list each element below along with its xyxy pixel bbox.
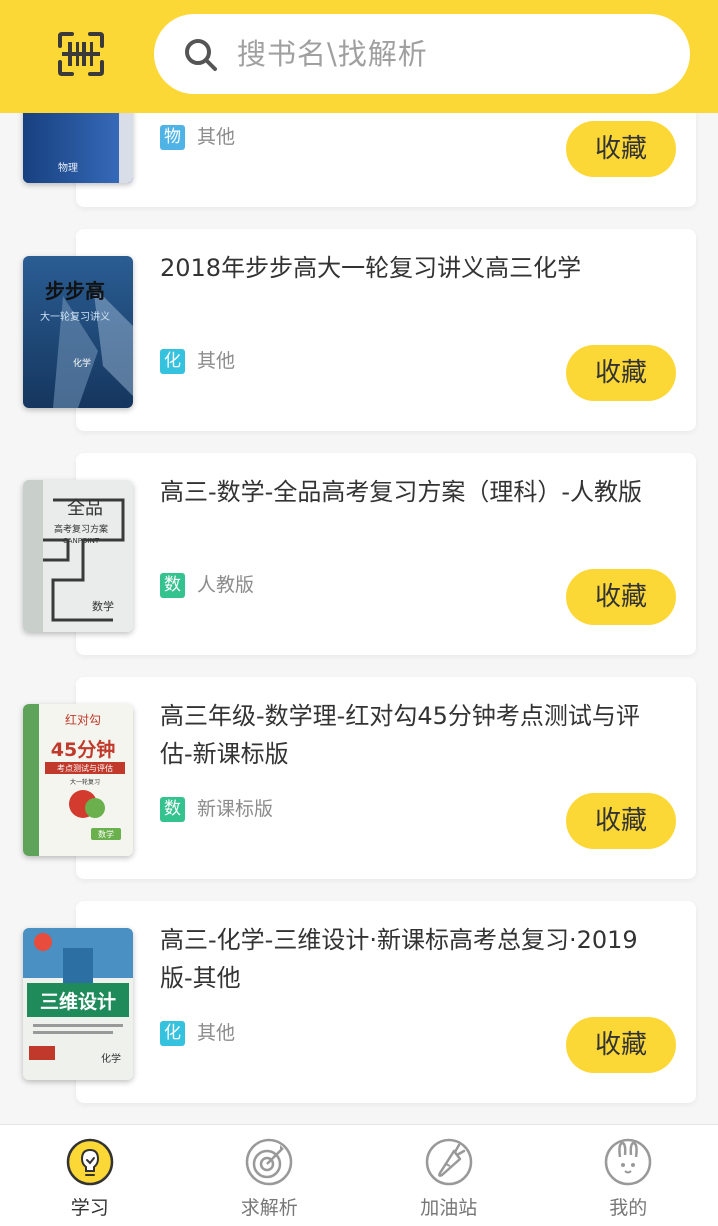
cover-big: 45分钟: [51, 738, 115, 761]
bulb-icon: [66, 1138, 113, 1186]
cover-text: 物理: [58, 161, 78, 174]
cover-latin: CANPOINT: [63, 537, 100, 545]
book-cover[interactable]: 红对勾 45分钟 考点测试与评估 大一轮复习 数学: [23, 704, 133, 856]
collect-button[interactable]: 收藏: [566, 345, 676, 401]
bottom-tab-bar: 学习 求解析 加油站 我的: [0, 1124, 718, 1226]
tab-ask-solution[interactable]: 求解析: [180, 1125, 360, 1226]
collect-button[interactable]: 收藏: [566, 793, 676, 849]
book-card[interactable]: 高三年级-数学理-红对勾45分钟考点测试与评估-新课标版 数 新课标版 收藏: [76, 677, 696, 879]
cover-brand: 红对勾: [65, 712, 101, 727]
book-cover[interactable]: 三维设计 化学: [23, 928, 133, 1080]
target-icon: [246, 1138, 293, 1186]
subject-badge: 数: [160, 573, 185, 598]
book-card[interactable]: 高三-数学-全品高考复习方案（理科）-人教版 数 人教版 收藏: [76, 453, 696, 655]
tab-study[interactable]: 学习: [0, 1125, 180, 1226]
cover-subject: 数学: [98, 829, 114, 839]
cover-subtitle: 大一轮复习讲义: [40, 310, 110, 323]
carrot-icon: [425, 1138, 472, 1186]
scan-icon[interactable]: [58, 32, 104, 76]
book-title: 高三-化学-三维设计·新课标高考总复习·2019版-其他: [160, 926, 638, 992]
edition-label: 其他: [197, 350, 236, 372]
subject-badge: 化: [160, 1021, 185, 1046]
tab-label: 学习: [70, 1197, 109, 1219]
edition-label: 其他: [197, 1022, 236, 1044]
book-title: 高三年级-数学理-红对勾45分钟考点测试与评估-新课标版: [160, 702, 640, 768]
cover-subtitle: 高考复习方案: [54, 523, 108, 535]
tab-label: 我的: [609, 1197, 648, 1219]
tab-label: 加油站: [420, 1197, 478, 1219]
subject-badge: 物: [160, 125, 185, 150]
book-cover[interactable]: 物理: [23, 113, 133, 183]
cover-subject: 化学: [101, 1052, 121, 1065]
book-card[interactable]: 2018年步步高大一轮复习讲义高三化学 化 其他 收藏: [76, 229, 696, 431]
rabbit-icon: [605, 1138, 652, 1186]
search-bar[interactable]: 搜书名\找解析: [154, 14, 690, 94]
book-card[interactable]: 高三-化学-三维设计·新课标高考总复习·2019版-其他 化 其他 收藏: [76, 901, 696, 1103]
tab-mine[interactable]: 我的: [539, 1125, 718, 1226]
edition-label: 新课标版: [197, 798, 274, 820]
cover-subject: 数学: [92, 599, 114, 613]
subject-badge: 数: [160, 797, 185, 822]
book-cover[interactable]: 步步高 大一轮复习讲义 化学: [23, 256, 133, 408]
collect-button[interactable]: 收藏: [566, 121, 676, 177]
subject-tag: 物 其他: [160, 125, 235, 150]
cover-subject: 化学: [73, 357, 91, 369]
tab-label: 求解析: [240, 1197, 298, 1219]
collect-button[interactable]: 收藏: [566, 1017, 676, 1073]
cover-brand: 全品: [67, 498, 103, 519]
cover-big: 三维设计: [40, 990, 116, 1013]
collect-button[interactable]: 收藏: [566, 569, 676, 625]
search-icon: [185, 39, 217, 71]
top-bar: 搜书名\找解析: [0, 0, 718, 113]
subject-tag: 数 新课标版: [160, 797, 273, 822]
cover-subtitle: 考点测试与评估: [57, 763, 113, 773]
edition-label: 人教版: [197, 574, 255, 596]
subject-badge: 化: [160, 349, 185, 374]
cover-brand: 步步高: [45, 279, 105, 303]
tab-refuel-station[interactable]: 加油站: [359, 1125, 539, 1226]
book-cover[interactable]: 全品 高考复习方案 CANPOINT 数学: [23, 480, 133, 632]
search-input[interactable]: 搜书名\找解析: [237, 36, 428, 72]
subject-tag: 化 其他: [160, 349, 235, 374]
cover-subtitle-2: 大一轮复习: [70, 778, 100, 786]
book-title: 高三-数学-全品高考复习方案（理科）-人教版: [160, 478, 642, 506]
book-card[interactable]: 物 其他 收藏: [76, 113, 696, 207]
book-list[interactable]: 物 其他 收藏 物理 2018年步步高大一轮复习讲义高三化学 化 其他 收藏 步…: [0, 113, 718, 1124]
subject-tag: 数 人教版: [160, 573, 254, 598]
subject-tag: 化 其他: [160, 1021, 235, 1046]
edition-label: 其他: [197, 126, 236, 148]
book-title: 2018年步步高大一轮复习讲义高三化学: [160, 254, 582, 282]
